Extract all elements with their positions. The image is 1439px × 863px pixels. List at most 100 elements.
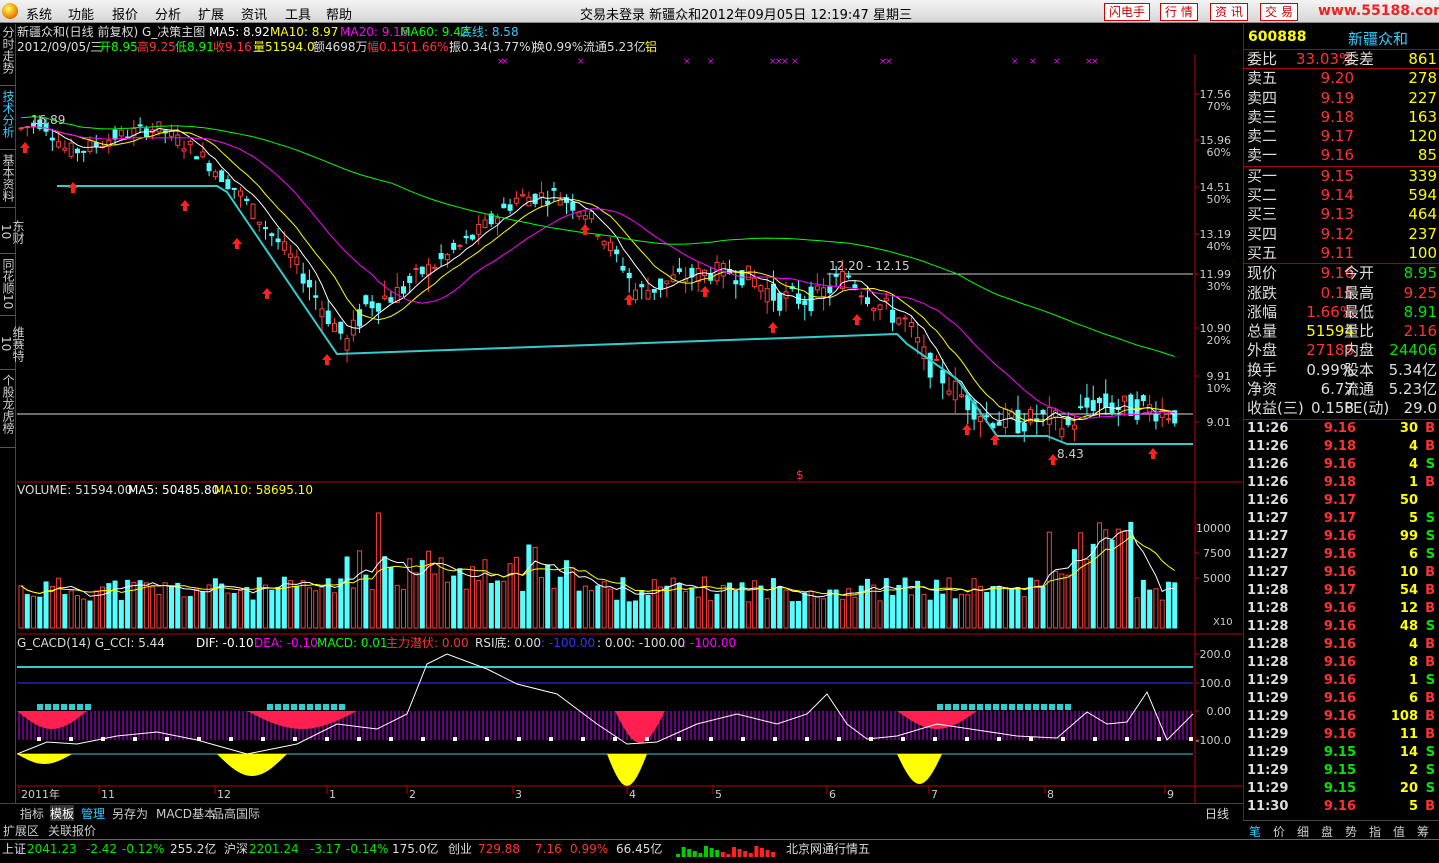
tick-time: 11:26 — [1247, 492, 1289, 508]
x-tick-label: 3 — [515, 788, 522, 801]
menu-system[interactable]: 系统 — [26, 4, 52, 23]
chart-area[interactable]: 新疆众和(日线 前复权) G_决策主图 MA5: 8.92 MA10: 8.97… — [17, 24, 1243, 806]
volume-bar — [651, 579, 657, 629]
tab-tonghuashun10[interactable]: 同花顺10 — [0, 256, 16, 316]
volume-bar — [419, 560, 425, 629]
tab-template[interactable]: 模板 — [50, 805, 75, 822]
tick-price: 9.16 — [1323, 672, 1356, 688]
volume-bar — [256, 577, 262, 629]
ext-area-tab[interactable]: 扩展区 — [3, 822, 39, 839]
tick-time: 11:29 — [1247, 708, 1289, 724]
bid-qty: 464 — [1408, 205, 1437, 224]
bid-label: 买二 — [1247, 186, 1278, 205]
tick-time: 11:27 — [1247, 528, 1289, 544]
volume-bar — [520, 590, 526, 629]
volume-bar — [1015, 587, 1021, 629]
candle-body — [864, 297, 870, 305]
tab-technical[interactable]: 技术分析 — [0, 88, 16, 150]
candle-body — [814, 285, 820, 291]
trade-button[interactable]: 交 易 — [1260, 3, 1298, 21]
right-tab[interactable]: 筹 — [1417, 823, 1429, 840]
volume-bar — [595, 585, 601, 629]
menu-help[interactable]: 帮助 — [326, 4, 352, 23]
candle-body — [332, 323, 338, 333]
volume-bar — [745, 601, 751, 629]
related-quote-tab[interactable]: 关联报价 — [48, 822, 96, 839]
period-label[interactable]: 日线 — [1205, 805, 1229, 822]
amount-label: 额4698万 — [313, 40, 368, 54]
pct-tick-label: 50% — [1207, 193, 1231, 206]
tab-macd-basic[interactable]: MACD基本 — [156, 805, 216, 822]
quote-row: 卖二 9.17 120 — [1244, 127, 1439, 146]
tab-eastmoney10[interactable]: 东财10 — [0, 210, 25, 254]
cyan-block — [291, 704, 297, 710]
tab-weisaite10[interactable]: 维赛特10 — [0, 318, 25, 370]
rsi-dot — [133, 737, 137, 741]
sh-value: 2041.23 — [27, 842, 77, 856]
tick-row: 11:26 9.16 30 B — [1244, 420, 1439, 438]
ask-qty: 120 — [1408, 127, 1437, 146]
tab-manage[interactable]: 管理 — [81, 805, 105, 822]
right-tab[interactable]: 细 — [1297, 823, 1309, 840]
tab-pingao[interactable]: 品高国际 — [212, 805, 260, 822]
volume-bar — [1028, 577, 1034, 629]
menu-analysis[interactable]: 分析 — [155, 4, 181, 23]
candle-body — [300, 273, 306, 284]
volume-bar — [864, 578, 870, 629]
high-label: 高9.25 — [137, 39, 176, 54]
stat-value2: 8.91 — [1403, 302, 1437, 321]
flash-trade-button[interactable]: 闪电手 — [1104, 3, 1151, 21]
volume-bar — [908, 594, 914, 629]
volume-bar — [538, 577, 544, 629]
right-tab[interactable]: 势 — [1345, 823, 1357, 840]
stat-value2: 29.0 — [1403, 399, 1437, 418]
volume-bar — [1090, 543, 1096, 629]
tick-time: 11:27 — [1247, 546, 1289, 562]
news-button[interactable]: 资 讯 — [1210, 3, 1248, 21]
tab-indicator[interactable]: 指标 — [20, 805, 44, 822]
volume-bar — [43, 581, 49, 629]
volume-bar — [150, 586, 156, 629]
candle-body — [959, 394, 965, 397]
volume-bar — [426, 550, 432, 629]
volume-bar — [319, 586, 325, 629]
tick-volume: 4 — [1408, 636, 1418, 652]
candle-body — [626, 272, 632, 279]
tab-label: 分时走势 — [1, 26, 15, 74]
quote-row: 涨跌 0.15 最高 9.25 — [1244, 284, 1439, 303]
ask-qty: 163 — [1408, 107, 1437, 126]
menu-tools[interactable]: 工具 — [285, 4, 311, 23]
volume-bar — [890, 594, 896, 629]
ask-label: 卖四 — [1247, 88, 1278, 107]
menu-function[interactable]: 功能 — [68, 4, 94, 23]
menu-quote[interactable]: 报价 — [112, 4, 138, 23]
volume-bar — [250, 599, 256, 629]
candle-body — [927, 352, 933, 378]
tick-list[interactable]: 11:26 9.16 30 B 11:26 9.18 4 B 11:26 9.16 … — [1244, 420, 1439, 816]
volume-bar — [1147, 589, 1153, 629]
quote-button[interactable]: 行 情 — [1160, 3, 1198, 21]
candle-body — [915, 337, 921, 343]
candle-body — [338, 321, 344, 334]
tab-dragon-tiger[interactable]: 个股龙虎榜 — [0, 372, 16, 448]
menu-extend[interactable]: 扩展 — [198, 4, 224, 23]
menu-info[interactable]: 资讯 — [241, 4, 267, 23]
kline-chart[interactable]: 新疆众和(日线 前复权) G_决策主图 MA5: 8.92 MA10: 8.97… — [17, 24, 1243, 806]
signal-mark: × — [1029, 57, 1037, 67]
right-tab[interactable]: 价 — [1273, 823, 1285, 840]
tab-timeshare[interactable]: 分时走势 — [0, 24, 16, 86]
right-tab[interactable]: 笔 — [1249, 823, 1261, 840]
tick-price: 9.16 — [1323, 690, 1356, 706]
tab-save-as[interactable]: 另存为 — [112, 805, 148, 822]
tick-side: B — [1425, 582, 1435, 598]
tab-fundamental[interactable]: 基本资料 — [0, 152, 16, 208]
right-tab[interactable]: 盘 — [1321, 823, 1333, 840]
cyan-block — [283, 704, 289, 710]
ind-tick-label: -100.0 — [1196, 734, 1231, 747]
ask-price: 9.17 — [1320, 127, 1354, 146]
right-tab[interactable]: 指 — [1369, 823, 1381, 840]
weibi-label: 委比 — [1247, 50, 1278, 68]
candle-body — [137, 124, 143, 127]
candle-body — [595, 234, 601, 237]
right-tab[interactable]: 值 — [1393, 823, 1405, 840]
